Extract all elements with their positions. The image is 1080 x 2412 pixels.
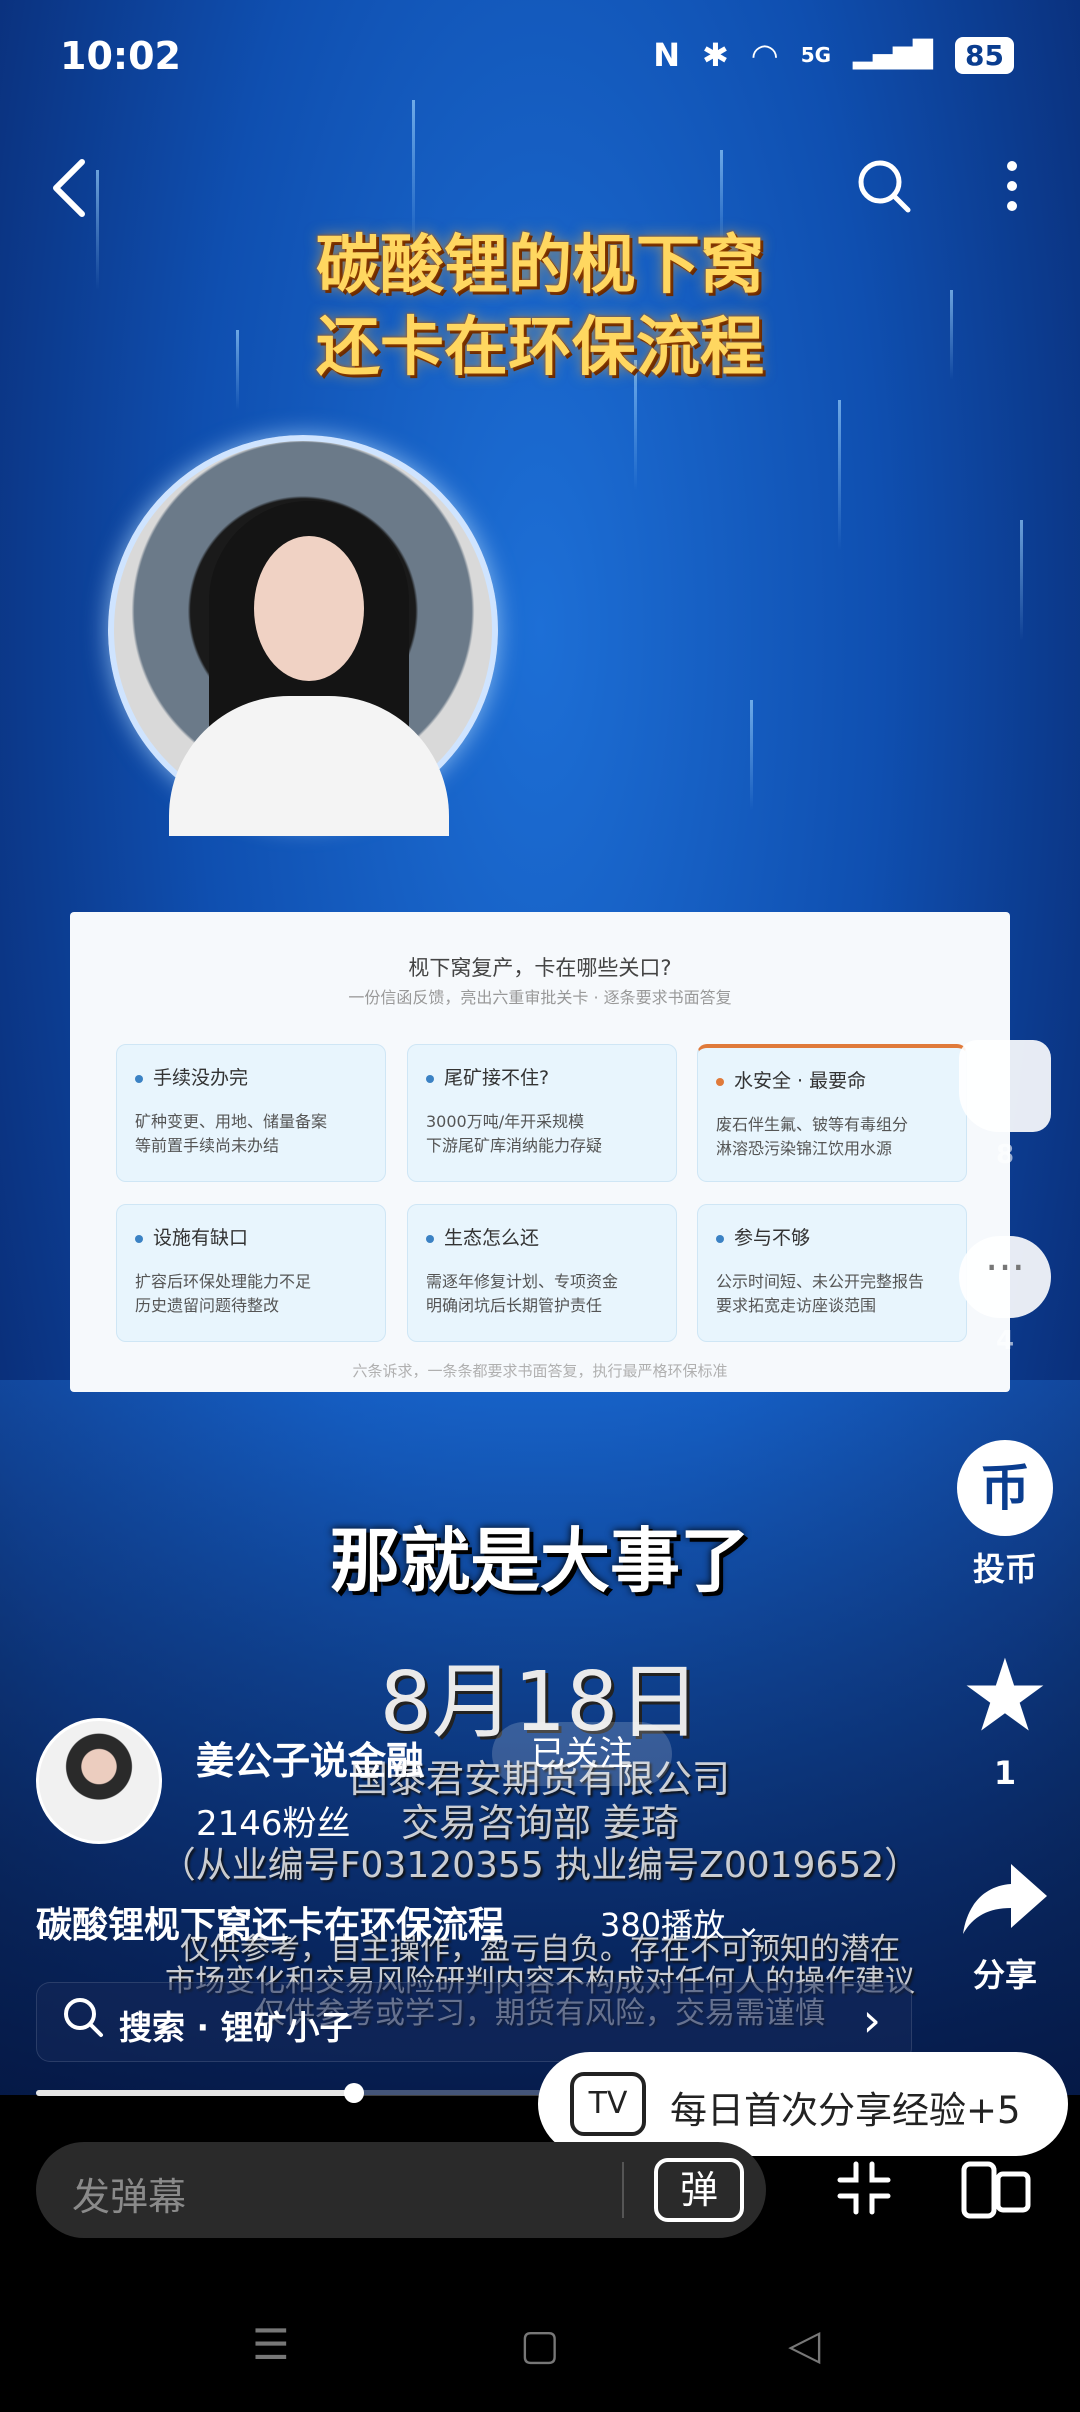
slide-card: 参与不够 公示时间短、未公开完整报告 要求拓宽走访座谈范围	[697, 1204, 967, 1342]
rain-line	[750, 700, 753, 810]
card-line: 淋溶恐污染锦江饮用水源	[716, 1139, 893, 1158]
rain-line	[950, 290, 953, 380]
slide-card: 设施有缺口 扩容后环保处理能力不足 历史遗留问题待整改	[116, 1204, 386, 1342]
slide-footer: 六条诉求，一条条都要求书面答复，执行最严格环保标准	[352, 1362, 728, 1380]
chevron-down-icon: ⌄	[735, 1906, 763, 1944]
comment-button[interactable]: ··· 4	[950, 1236, 1060, 1356]
nav-home-icon[interactable]: ▢	[520, 2320, 560, 2369]
favorite-button[interactable]: ★ 1	[950, 1637, 1060, 1793]
share-label: 分享	[972, 1956, 1037, 1994]
nav-back-icon[interactable]: ◁	[788, 2320, 820, 2369]
video-title[interactable]: 碳酸锂枧下窝还卡在环保流程	[36, 1896, 504, 1948]
rain-line	[1020, 520, 1023, 640]
battery-level: 85	[955, 36, 1014, 74]
network-type-label: 5G	[800, 43, 832, 67]
related-search-text: 搜索 · 锂矿小子	[119, 2008, 353, 2047]
disclaimer-ids: （从业编号F03120355 执业编号Z0019652）	[159, 1845, 921, 1886]
progress-fill	[36, 2090, 354, 2096]
nfc-icon: N	[653, 36, 680, 74]
card-line: 废石伴生氟、铍等有毒组分	[716, 1115, 909, 1134]
favorite-count: 1	[993, 1754, 1017, 1792]
card-title: 手续没办完	[153, 1067, 249, 1089]
slide-title: 枧下窝复产，卡在哪些关口?	[408, 956, 672, 980]
status-time: 10:02	[60, 34, 181, 78]
share-button[interactable]: 分享	[950, 1858, 1060, 1996]
uploader-name[interactable]: 姜公子说金融	[196, 1730, 424, 1785]
coin-label: 投币	[972, 1550, 1037, 1588]
coin-icon: 币	[957, 1440, 1053, 1536]
card-line: 等前置手续尚未办结	[135, 1136, 280, 1155]
play-count[interactable]: 380播放 ⌄	[600, 1900, 762, 1946]
slide-subtitle: 一份信函反馈，亮出六重审批关卡 · 逐条要求书面答复	[348, 988, 732, 1007]
slide-card: 手续没办完 矿种变更、用地、储量备案 等前置手续尚未办结	[116, 1044, 386, 1182]
rotate-screen-icon[interactable]	[960, 2160, 1032, 2234]
card-title: 设施有缺口	[153, 1227, 249, 1249]
progress-knob[interactable]	[343, 2083, 364, 2103]
card-line: 矿种变更、用地、储量备案	[135, 1112, 328, 1131]
bullet-dot	[716, 1234, 724, 1243]
card-title: 水安全 · 最要命	[734, 1070, 867, 1092]
like-count: 8	[995, 1140, 1015, 1170]
play-count-text: 380播放	[600, 1906, 726, 1944]
share-reward-toast[interactable]: TV 每日首次分享经验+5	[538, 2052, 1068, 2156]
card-line: 下游尾矿库消纳能力存疑	[426, 1136, 603, 1155]
divider	[622, 2162, 624, 2218]
back-icon[interactable]	[46, 156, 94, 234]
slide-card: 生态怎么还 需逐年修复计划、专项资金 明确闭坑后长期管护责任	[407, 1204, 677, 1342]
related-search-bar[interactable]: 搜索 · 锂矿小子 ›	[36, 1982, 912, 2062]
card-line: 公示时间短、未公开完整报告	[716, 1272, 925, 1291]
more-vertical-icon[interactable]	[1000, 158, 1024, 228]
wifi-icon: ◠	[750, 36, 779, 74]
like-button[interactable]: 8	[950, 1040, 1060, 1170]
toast-text: 每日首次分享经验+5	[670, 2089, 1021, 2132]
star-icon: ★	[960, 1637, 1050, 1754]
chevron-right-icon: ›	[862, 1993, 881, 2047]
rain-line	[838, 400, 841, 550]
status-icons: N ✱ ◠ 5G ▂▄▆█ 85	[653, 36, 1014, 74]
status-bar: 10:02 N ✱ ◠ 5G ▂▄▆█ 85	[0, 0, 1080, 120]
coin-button[interactable]: 币 投币	[950, 1440, 1060, 1590]
card-title: 生态怎么还	[444, 1227, 540, 1249]
fans-count: 2146粉丝	[196, 1804, 351, 1844]
infographic-slide: 枧下窝复产，卡在哪些关口? 一份信函反馈，亮出六重审批关卡 · 逐条要求书面答复…	[70, 912, 1010, 1392]
comment-icon: ···	[959, 1236, 1051, 1318]
uploader-avatar[interactable]	[36, 1718, 162, 1844]
card-title: 参与不够	[734, 1227, 811, 1249]
exit-fullscreen-icon[interactable]	[836, 2160, 892, 2230]
danmaku-input[interactable]: 发弹幕 弹	[36, 2142, 766, 2238]
danmaku-toggle-icon[interactable]: 弹	[654, 2158, 744, 2222]
bilibili-tv-icon: TV	[570, 2072, 646, 2136]
comment-count: 4	[995, 1326, 1015, 1356]
rain-line	[236, 330, 239, 410]
share-arrow-icon	[950, 1858, 1060, 1942]
bullet-dot	[135, 1234, 143, 1243]
search-icon[interactable]	[856, 158, 912, 228]
card-title: 尾矿接不住?	[444, 1067, 550, 1089]
slide-card: 尾矿接不住? 3000万吨/年开采规模 下游尾矿库消纳能力存疑	[407, 1044, 677, 1182]
card-line: 扩容后环保处理能力不足	[135, 1272, 312, 1291]
card-line: 3000万吨/年开采规模	[426, 1112, 585, 1131]
bullet-dot	[426, 1074, 434, 1083]
rain-line	[96, 170, 99, 290]
presenter-face	[254, 536, 364, 681]
signal-icon: ▂▄▆█	[853, 40, 934, 70]
slide-card-highlight: 水安全 · 最要命 废石伴生氟、铍等有毒组分 淋溶恐污染锦江饮用水源	[697, 1044, 967, 1182]
danmaku-placeholder: 发弹幕	[72, 2175, 187, 2219]
card-line: 需逐年修复计划、专项资金	[426, 1272, 619, 1291]
card-line: 要求拓宽走访座谈范围	[716, 1296, 877, 1315]
bluetooth-icon: ✱	[701, 36, 729, 74]
bullet-dot	[426, 1234, 434, 1243]
bullet-dot	[716, 1077, 724, 1086]
nav-menu-icon[interactable]: ☰	[252, 2320, 290, 2369]
presenter-portrait	[108, 435, 498, 836]
thumbs-up-icon	[959, 1040, 1051, 1132]
card-line: 明确闭坑后长期管护责任	[426, 1296, 603, 1315]
search-icon	[61, 1995, 105, 2050]
follow-button[interactable]: 已关注	[492, 1722, 672, 1786]
subtitle-caption: 那就是大事了	[330, 1520, 750, 1602]
video-title-art: 碳酸锂的枧下窝还卡在环保流程	[316, 229, 764, 385]
card-line: 历史遗留问题待整改	[135, 1296, 280, 1315]
bullet-dot	[135, 1074, 143, 1083]
